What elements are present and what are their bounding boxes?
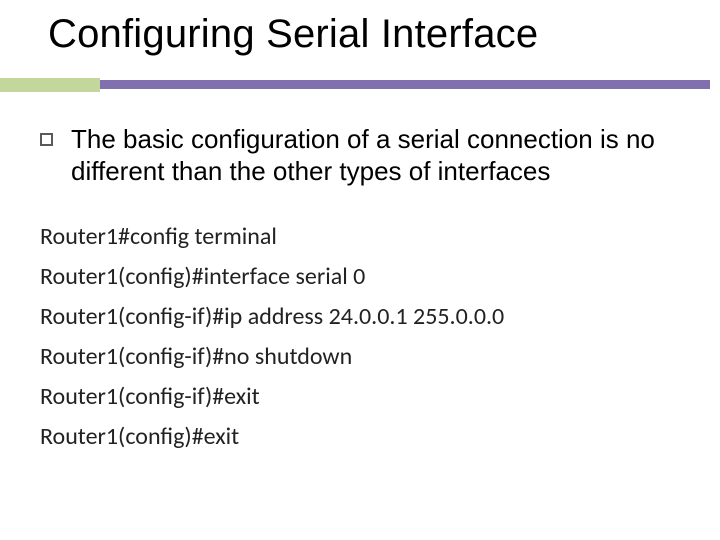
body-text: The basic configuration of a serial conn…: [40, 124, 680, 187]
code-line: Router1(config)#exit: [40, 422, 680, 451]
square-bullet-icon: [40, 133, 53, 146]
bullet-item: The basic configuration of a serial conn…: [40, 124, 680, 187]
code-block: Router1#config terminal Router1(config)#…: [40, 222, 680, 462]
title-underline: [0, 78, 720, 94]
code-line: Router1(config-if)#ip address 24.0.0.1 2…: [40, 302, 680, 331]
underline-accent-green: [0, 78, 100, 92]
code-line: Router1#config terminal: [40, 222, 680, 251]
bullet-text: The basic configuration of a serial conn…: [71, 124, 680, 187]
code-line: Router1(config-if)#exit: [40, 382, 680, 411]
code-line: Router1(config)#interface serial 0: [40, 262, 680, 291]
slide: Configuring Serial Interface The basic c…: [0, 0, 720, 540]
underline-accent-purple: [100, 80, 710, 89]
code-line: Router1(config-if)#no shutdown: [40, 342, 680, 371]
slide-title: Configuring Serial Interface: [48, 12, 538, 57]
